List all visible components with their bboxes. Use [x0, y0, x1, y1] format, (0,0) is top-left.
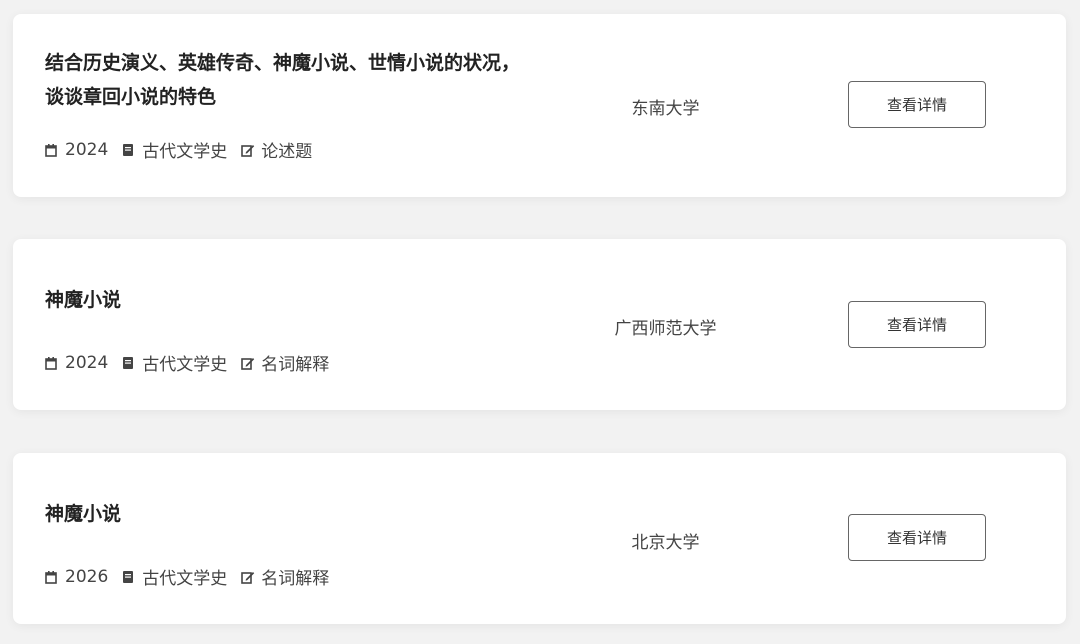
year-meta: 2026 [45, 567, 108, 587]
school-name: 东南大学 [631, 99, 700, 119]
edit-icon [241, 356, 255, 370]
calendar-icon [45, 570, 57, 584]
question-meta: 2024 古代文学史 名词解释 [45, 350, 343, 375]
question-title[interactable]: 结合历史演义、英雄传奇、神魔小说、世情小说的状况，谈谈章回小说的特色 [45, 46, 535, 114]
type-text: 名词解释 [261, 355, 330, 375]
calendar-icon [45, 356, 57, 370]
course-text: 古代文学史 [142, 355, 228, 375]
year-text: 2024 [65, 352, 109, 373]
edit-icon [241, 143, 255, 157]
question-title[interactable]: 神魔小说 [45, 283, 535, 317]
type-text: 名词解释 [261, 569, 330, 589]
year-text: 2026 [65, 566, 109, 587]
course-meta: 古代文学史 [122, 564, 227, 589]
book-icon [122, 356, 134, 370]
course-meta: 古代文学史 [122, 350, 227, 375]
year-text: 2024 [65, 139, 109, 160]
type-text: 论述题 [261, 142, 313, 162]
course-text: 古代文学史 [142, 142, 228, 162]
edit-icon [241, 570, 255, 584]
question-title[interactable]: 神魔小说 [45, 497, 535, 531]
type-meta: 论述题 [241, 137, 312, 162]
question-meta: 2024 古代文学史 论述题 [45, 137, 326, 162]
type-meta: 名词解释 [241, 350, 329, 375]
year-meta: 2024 [45, 140, 108, 160]
book-icon [122, 143, 134, 157]
book-icon [122, 570, 134, 584]
view-details-button[interactable]: 查看详情 [848, 514, 986, 561]
course-meta: 古代文学史 [122, 137, 227, 162]
year-meta: 2024 [45, 353, 108, 373]
question-card: 结合历史演义、英雄传奇、神魔小说、世情小说的状况，谈谈章回小说的特色 2024 … [13, 14, 1066, 197]
question-list: 结合历史演义、英雄传奇、神魔小说、世情小说的状况，谈谈章回小说的特色 2024 … [0, 0, 1080, 644]
school-name: 广西师范大学 [614, 319, 717, 339]
question-card: 神魔小说 2026 古代文学史 名词解释 北京大学 查看详情 [13, 453, 1066, 624]
calendar-icon [45, 143, 57, 157]
question-card: 神魔小说 2024 古代文学史 名词解释 广西师范大学 查看详情 [13, 239, 1066, 410]
view-details-button[interactable]: 查看详情 [848, 301, 986, 348]
type-meta: 名词解释 [241, 564, 329, 589]
course-text: 古代文学史 [142, 569, 228, 589]
school-name: 北京大学 [631, 533, 700, 553]
view-details-button[interactable]: 查看详情 [848, 81, 986, 128]
question-meta: 2026 古代文学史 名词解释 [45, 564, 343, 589]
